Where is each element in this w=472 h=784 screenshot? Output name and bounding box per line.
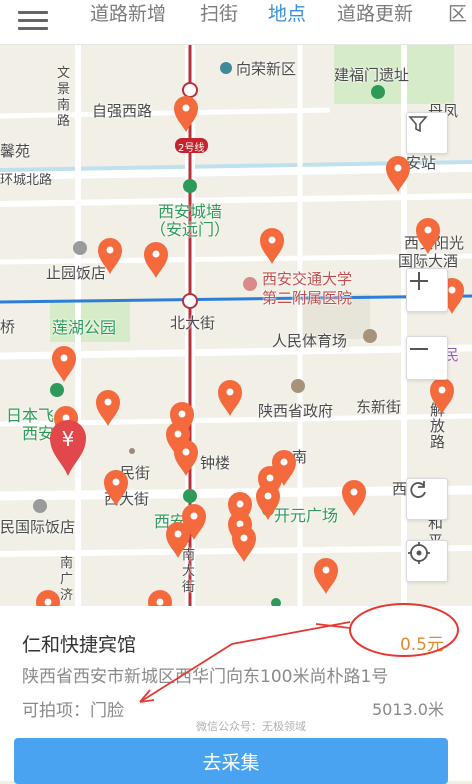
tab-road-add[interactable]: 道路新增 xyxy=(90,0,166,44)
tab-road-update[interactable]: 道路更新 xyxy=(337,0,413,44)
minus-icon xyxy=(410,348,428,350)
location-pin[interactable] xyxy=(232,526,256,562)
location-pin[interactable] xyxy=(260,228,284,264)
tab-place[interactable]: 地点 xyxy=(268,0,306,44)
poi-shoot-items: 可拍项：门脸 xyxy=(22,701,124,721)
tab-more[interactable]: 区 xyxy=(448,0,467,44)
location-pin[interactable] xyxy=(174,96,198,132)
location-pin[interactable] xyxy=(96,390,120,426)
map-view[interactable]: 文景南路 向荣新区 建福门遗址 丹凤 自强西路 2号线 馨苑 环城北路 安站 西… xyxy=(0,44,472,607)
location-pin[interactable] xyxy=(166,522,190,558)
zoom-out-button[interactable] xyxy=(406,336,448,380)
collect-button[interactable]: 去采集 xyxy=(14,738,448,784)
poi-distance: 5013.0米 xyxy=(372,700,444,719)
location-pin[interactable] xyxy=(386,156,410,192)
location-pin[interactable] xyxy=(144,242,168,278)
location-pin[interactable] xyxy=(314,558,338,594)
location-pin[interactable] xyxy=(98,238,122,274)
plus-icon xyxy=(410,272,428,290)
selected-location-pin[interactable] xyxy=(50,420,86,476)
locate-button[interactable] xyxy=(406,540,448,582)
location-pin[interactable] xyxy=(104,470,128,506)
poi-info-panel: 仁和快捷宾馆 0.5元 陕西省西安市新城区西华门向东100米尚朴路1号 可拍项：… xyxy=(0,606,472,784)
poi-address: 陕西省西安市新城区西华门向东100米尚朴路1号 xyxy=(22,667,389,687)
location-pin[interactable] xyxy=(174,440,198,476)
poi-title: 仁和快捷宾馆 xyxy=(22,634,137,656)
filter-icon xyxy=(408,116,428,133)
top-nav-bar: 道路新增 扫街 地点 道路更新 区 xyxy=(0,0,472,45)
location-pin[interactable] xyxy=(148,590,172,607)
location-pin[interactable] xyxy=(416,218,440,254)
filter-button[interactable] xyxy=(406,112,448,154)
location-pin[interactable] xyxy=(430,378,454,414)
pins-layer: ¥ xyxy=(36,96,464,607)
refresh-icon xyxy=(410,481,426,498)
watermark: 微信公众号：无极领域 xyxy=(196,720,306,733)
location-pin[interactable] xyxy=(256,484,280,520)
zoom-in-button[interactable] xyxy=(406,268,448,312)
refresh-button[interactable] xyxy=(406,478,448,520)
location-pin[interactable] xyxy=(52,346,76,382)
location-pin[interactable] xyxy=(342,480,366,516)
poi-price: 0.5元 xyxy=(399,635,444,655)
tab-street-scan[interactable]: 扫街 xyxy=(200,0,238,44)
menu-icon[interactable] xyxy=(18,6,48,36)
locate-icon xyxy=(408,542,430,564)
location-pin[interactable] xyxy=(218,380,242,416)
location-pin[interactable] xyxy=(36,590,60,607)
